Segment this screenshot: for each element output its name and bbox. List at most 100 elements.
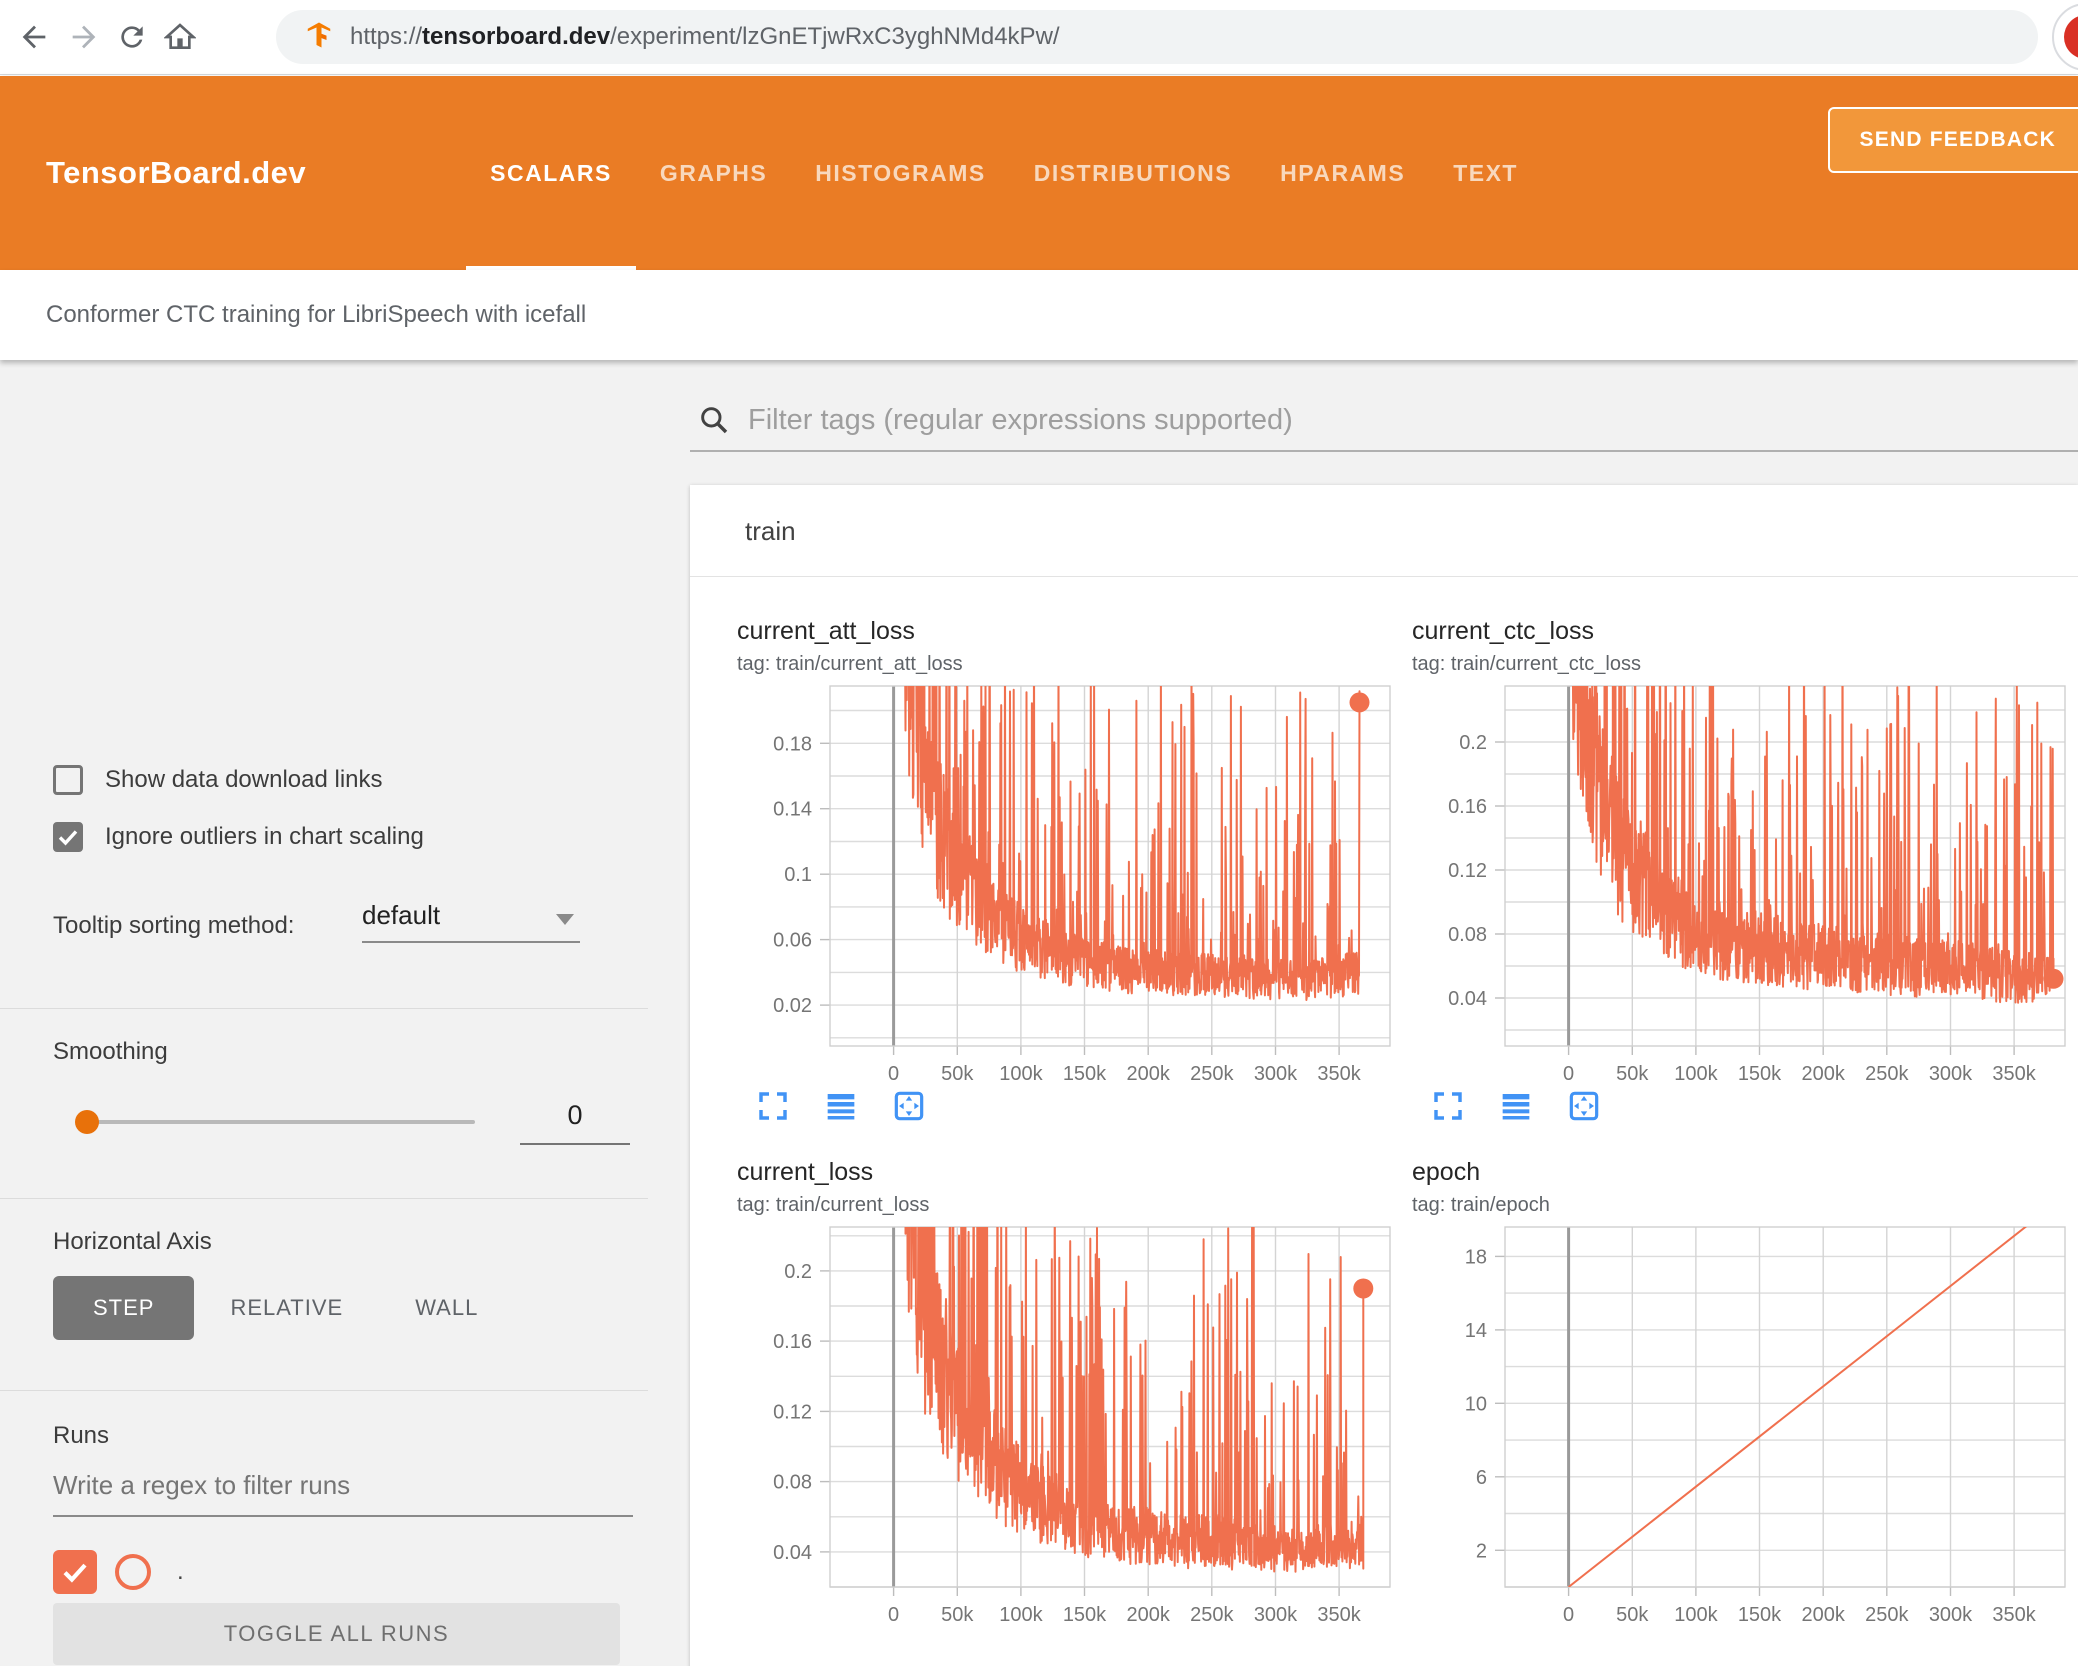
back-arrow-icon[interactable] (14, 17, 54, 57)
toggle-all-runs-button[interactable]: TOGGLE ALL RUNS (53, 1603, 620, 1665)
show-download-links-row[interactable]: Show data download links (53, 765, 383, 795)
svg-text:150k: 150k (1738, 1063, 1782, 1080)
svg-text:200k: 200k (1802, 1063, 1846, 1080)
svg-text:0.08: 0.08 (1448, 924, 1487, 946)
axis-step-button[interactable]: STEP (53, 1276, 195, 1340)
run-row: . (53, 1550, 184, 1594)
experiment-title: Conformer CTC training for LibriSpeech w… (46, 301, 587, 328)
ignore-outliers-checkbox[interactable] (53, 822, 83, 852)
forward-arrow-icon[interactable] (64, 17, 104, 57)
caret-down-icon (556, 914, 574, 925)
tooltip-sorting-dropdown[interactable]: default (362, 900, 580, 943)
chart-current-ctc-loss: current_ctc_loss tag: train/current_ctc_… (1412, 617, 2072, 1150)
experiment-title-band: Conformer CTC training for LibriSpeech w… (0, 270, 2078, 360)
line-chart[interactable]: 0 50k 100k 150k 200k 250k 300k 350k 0.2 0.16 0.12 0… (737, 1221, 1397, 1621)
chart-title: epoch (1412, 1158, 1481, 1186)
tab-scalars[interactable]: SCALARS (466, 76, 636, 270)
refresh-icon[interactable] (112, 17, 152, 57)
svg-text:0.2: 0.2 (1459, 732, 1487, 754)
chart-tag: tag: train/current_loss (737, 1194, 930, 1216)
fullscreen-icon[interactable] (1432, 1090, 1464, 1122)
svg-text:250k: 250k (1865, 1604, 1909, 1621)
url-text: https://tensorboard.dev/experiment/lzGnE… (350, 23, 1060, 50)
tab-graphs[interactable]: GRAPHS (636, 76, 791, 270)
divider (0, 1390, 648, 1391)
tab-distributions[interactable]: DISTRIBUTIONS (1010, 76, 1256, 270)
axis-relative-button[interactable]: RELATIVE (194, 1276, 379, 1340)
svg-text:0.12: 0.12 (1448, 860, 1487, 882)
browser-toolbar: https://tensorboard.dev/experiment/lzGnE… (0, 0, 2078, 75)
runs-filter-input[interactable] (53, 1470, 633, 1517)
train-card-header[interactable]: train (690, 485, 2078, 577)
chart-tag: tag: train/epoch (1412, 1194, 1550, 1216)
address-bar[interactable]: https://tensorboard.dev/experiment/lzGnE… (276, 10, 2038, 64)
axis-wall-button[interactable]: WALL (379, 1276, 514, 1340)
svg-text:0.14: 0.14 (773, 799, 812, 821)
settings-sidebar: Show data download links Ignore outliers… (0, 360, 690, 1666)
run-name: . (177, 1558, 184, 1585)
svg-text:150k: 150k (1063, 1604, 1107, 1621)
filter-tags-input[interactable] (748, 403, 2078, 437)
fullscreen-icon[interactable] (757, 1090, 789, 1122)
charts-grid: current_att_loss tag: train/current_att_… (690, 577, 2078, 1629)
content-area: Show data download links Ignore outliers… (0, 360, 2078, 1666)
avatar[interactable] (2052, 3, 2078, 71)
log-scale-icon[interactable] (825, 1090, 857, 1122)
log-scale-icon[interactable] (1500, 1090, 1532, 1122)
line-chart[interactable]: 0 50k 100k 150k 200k 250k 300k 350k 0.2 0.16 0.12 0… (1412, 680, 2072, 1080)
check-icon (63, 1563, 87, 1583)
chart-epoch: epoch tag: train/epoch 0 50k 100k 150k 200k 2… (1412, 1158, 2072, 1621)
run-color-swatch[interactable] (115, 1554, 151, 1590)
nav-tabs: SCALARS GRAPHS HISTOGRAMS DISTRIBUTIONS … (466, 76, 1542, 270)
svg-text:250k: 250k (1190, 1063, 1234, 1080)
smoothing-slider-thumb[interactable] (75, 1110, 99, 1134)
smoothing-value[interactable]: 0 (520, 1100, 630, 1145)
svg-text:0: 0 (888, 1063, 899, 1080)
avatar-red-badge (2064, 15, 2078, 59)
chart-toolbar (757, 1090, 1397, 1122)
tab-histograms[interactable]: HISTOGRAMS (791, 76, 1009, 270)
svg-text:200k: 200k (1127, 1604, 1171, 1621)
svg-text:350k: 350k (1317, 1063, 1361, 1080)
tab-text[interactable]: TEXT (1429, 76, 1542, 270)
svg-text:0.06: 0.06 (773, 930, 812, 952)
smoothing-slider[interactable] (75, 1110, 475, 1134)
line-chart[interactable]: 0 50k 100k 150k 200k 250k 300k 350k 0.18 0.14 0.1 0… (737, 680, 1397, 1080)
filter-tags-row (690, 390, 2078, 452)
search-icon (701, 407, 728, 434)
tab-hparams[interactable]: HPARAMS (1256, 76, 1429, 270)
ignore-outliers-row[interactable]: Ignore outliers in chart scaling (53, 822, 424, 852)
send-feedback-button[interactable]: SEND FEEDBACK (1827, 107, 2078, 173)
train-card: train current_att_loss tag: train/curren… (690, 485, 2078, 1666)
svg-text:200k: 200k (1802, 1604, 1846, 1621)
chart-current-att-loss: current_att_loss tag: train/current_att_… (737, 617, 1397, 1150)
smoothing-label: Smoothing (53, 1038, 168, 1065)
show-download-links-label: Show data download links (105, 766, 383, 793)
runs-label: Runs (53, 1422, 110, 1449)
svg-text:50k: 50k (1616, 1604, 1649, 1621)
chart-title: current_ctc_loss (1412, 617, 1595, 645)
run-checkbox[interactable] (53, 1550, 97, 1594)
brand-title: TensorBoard.dev (46, 155, 307, 190)
svg-text:0: 0 (888, 1604, 899, 1621)
svg-text:200k: 200k (1127, 1063, 1171, 1080)
svg-text:300k: 300k (1254, 1063, 1298, 1080)
svg-text:150k: 150k (1063, 1063, 1107, 1080)
svg-text:6: 6 (1476, 1467, 1487, 1489)
svg-text:0.1: 0.1 (784, 864, 812, 886)
svg-text:0.12: 0.12 (773, 1401, 812, 1423)
app-header: TensorBoard.dev SCALARS GRAPHS HISTOGRAM… (0, 76, 2078, 270)
main-panel: train current_att_loss tag: train/curren… (690, 360, 2078, 1666)
show-download-links-checkbox[interactable] (53, 765, 83, 795)
svg-text:0.18: 0.18 (773, 733, 812, 755)
svg-text:18: 18 (1465, 1246, 1487, 1268)
svg-text:0.04: 0.04 (773, 1542, 812, 1564)
svg-text:0.08: 0.08 (773, 1472, 812, 1494)
home-icon[interactable] (160, 17, 200, 57)
line-chart[interactable]: 0 50k 100k 150k 200k 250k 300k 350k 18 14 10 6 2 (1412, 1221, 2072, 1621)
fit-domain-icon[interactable] (1568, 1090, 1600, 1122)
chart-tag: tag: train/current_att_loss (737, 653, 963, 675)
fit-domain-icon[interactable] (893, 1090, 925, 1122)
svg-text:300k: 300k (1254, 1604, 1298, 1621)
svg-text:0: 0 (1563, 1063, 1574, 1080)
